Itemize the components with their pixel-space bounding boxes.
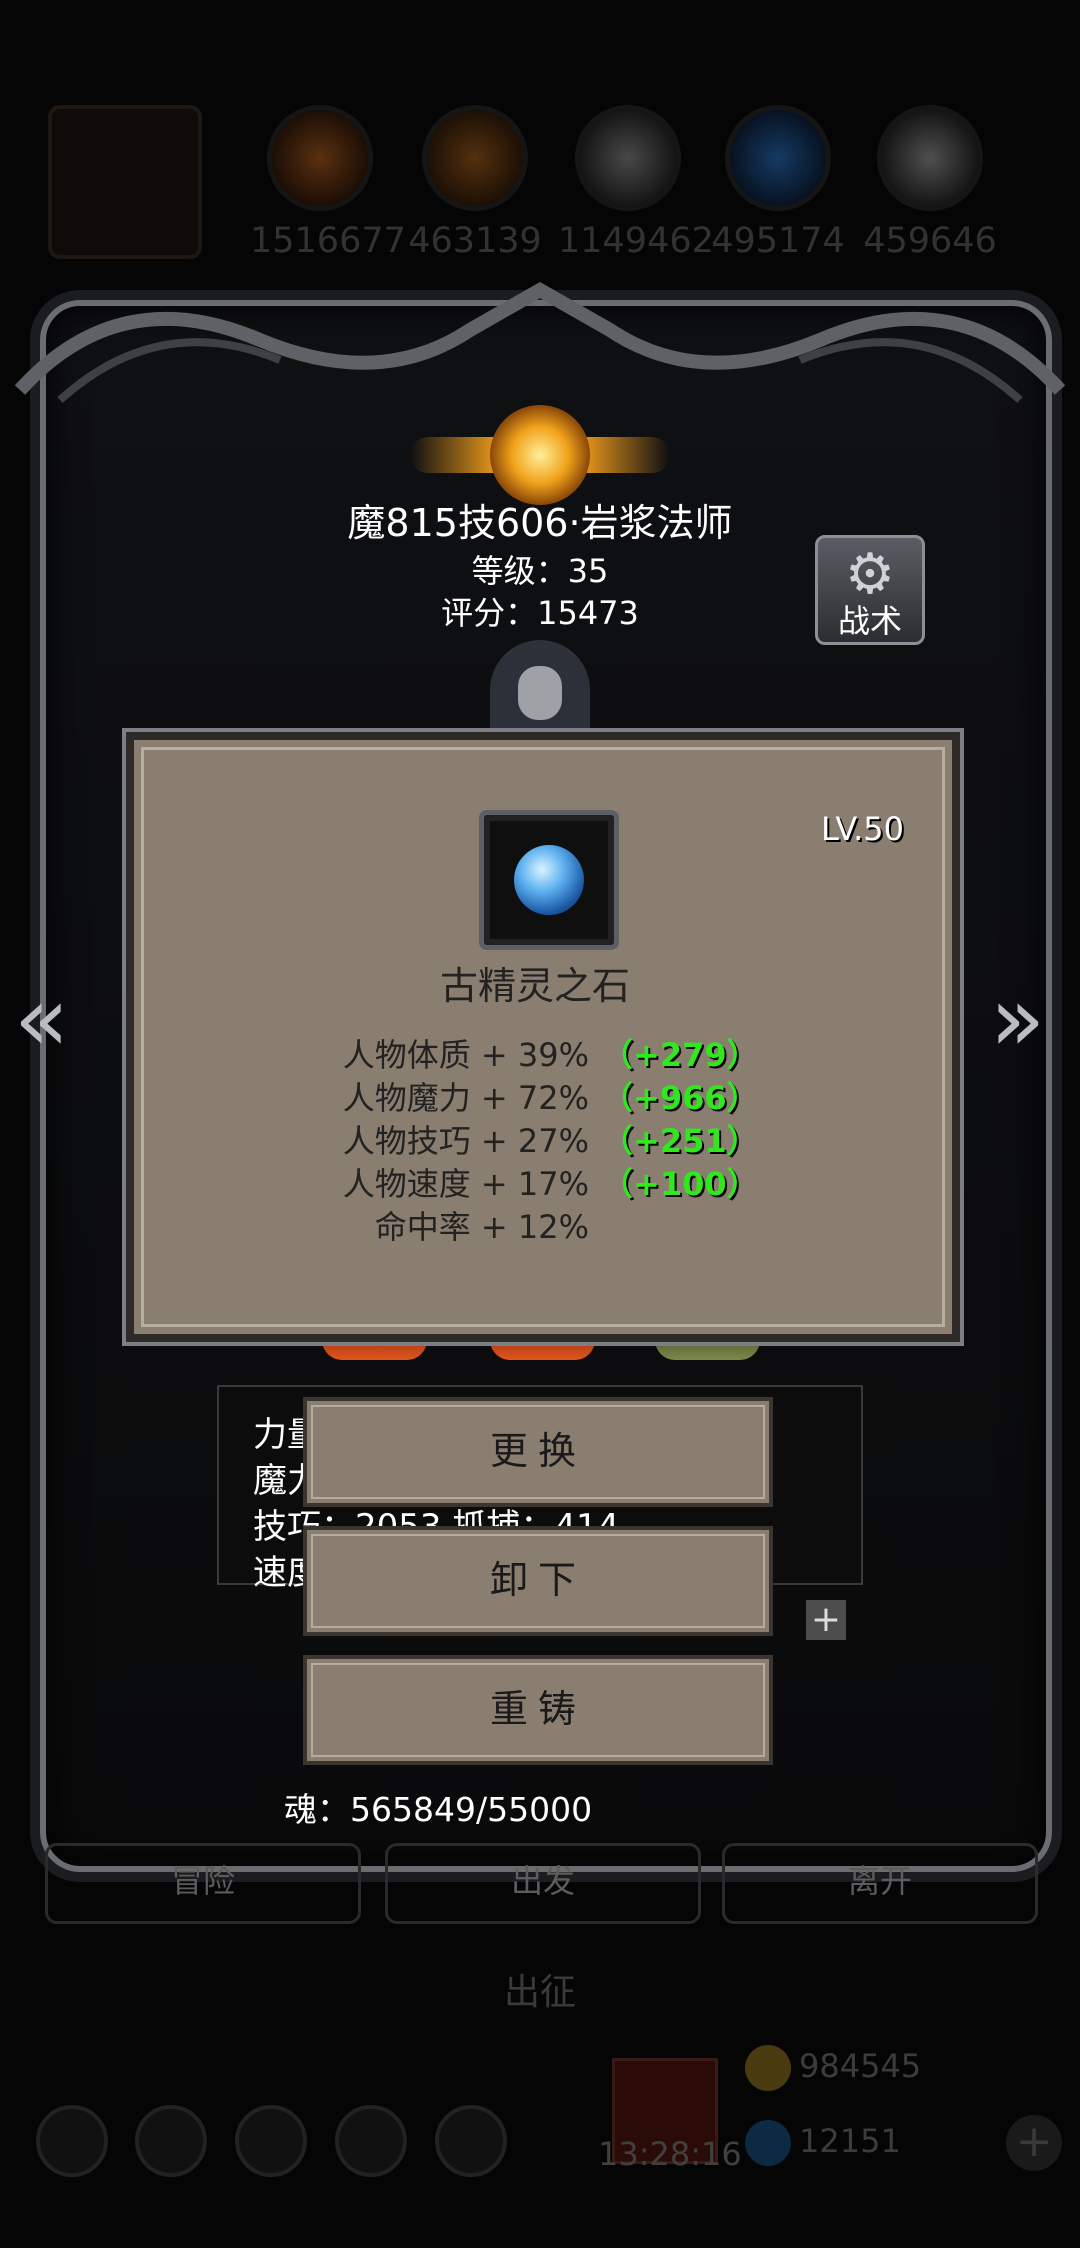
item-name: 古精灵之石: [439, 964, 630, 1008]
stone-icon: [575, 105, 681, 211]
item-detail-popup: LV.50 古精灵之石 人物体质 + 39% （+279） 人物魔力 + 72%…: [126, 732, 960, 1342]
hero-portrait[interactable]: [48, 105, 202, 259]
resource-wood: 463139: [405, 105, 545, 261]
tactics-label: 战术: [837, 602, 902, 640]
stat-bonus: （+279）: [601, 1036, 759, 1074]
add-currency-button[interactable]: +: [1006, 2115, 1062, 2171]
frame-ornament: [14, 281, 1066, 403]
gold-value: 984545: [799, 2047, 922, 2085]
stat-bonus: （+100）: [601, 1165, 759, 1203]
stat-row: 命中率 + 12%: [134, 1202, 936, 1246]
item-level: LV.50: [821, 810, 904, 848]
scroll-icon[interactable]: [335, 2105, 407, 2177]
resource-iron-value: 459646: [863, 221, 997, 261]
resource-ore: 1516677: [250, 105, 406, 261]
resource-iron: 459646: [860, 105, 1000, 261]
prev-hero-arrow-icon[interactable]: «: [14, 975, 69, 1065]
clock: 13:28:16: [598, 2135, 742, 2173]
soul-counter: 魂：565849/55000: [284, 1790, 593, 1829]
stat-row: 人物体质 + 39% （+279）: [134, 1030, 936, 1074]
stat-text: 人物魔力 + 72%: [342, 1079, 589, 1117]
stat-text: 人物体质 + 39%: [342, 1036, 589, 1074]
resource-bar: 1516677 463139 1149462 495174 459646: [0, 95, 1080, 265]
item-slot: [479, 810, 619, 950]
iron-icon: [877, 105, 983, 211]
gold-coin-icon: [745, 2045, 791, 2091]
resource-wood-value: 463139: [408, 221, 542, 261]
blue-gem-icon: [514, 845, 584, 915]
resource-crystal-value: 495174: [711, 221, 845, 261]
stat-row: 人物技巧 + 27% （+251）: [134, 1116, 936, 1160]
resource-crystal: 495174: [708, 105, 848, 261]
map-icon[interactable]: [435, 2105, 507, 2177]
stat-text: 人物速度 + 17%: [342, 1165, 589, 1203]
skull-icon[interactable]: [36, 2105, 108, 2177]
tab-adventure[interactable]: 冒险: [45, 1843, 361, 1924]
unequip-button[interactable]: 卸下: [303, 1526, 773, 1636]
stat-text: 人物技巧 + 27%: [342, 1122, 589, 1160]
gem-value: 12151: [799, 2122, 901, 2160]
resource-stone-value: 1149462: [558, 221, 714, 261]
item-stats: 人物体质 + 39% （+279） 人物魔力 + 72% （+966） 人物技巧…: [134, 1030, 936, 1246]
stat-row: 人物魔力 + 72% （+966）: [134, 1073, 936, 1117]
stat-row: 人物速度 + 17% （+100）: [134, 1159, 936, 1203]
gold-counter: 984545: [745, 2045, 921, 2091]
stat-bonus: （+251）: [601, 1122, 759, 1160]
gem-icon: [745, 2120, 791, 2166]
mask-icon[interactable]: [235, 2105, 307, 2177]
eye-icon[interactable]: [135, 2105, 207, 2177]
tab-depart[interactable]: 出发: [385, 1843, 701, 1924]
replace-button[interactable]: 更换: [303, 1397, 773, 1507]
hero-avatar: [490, 640, 590, 730]
stat-bonus: （+966）: [601, 1079, 759, 1117]
tab-leave[interactable]: 离开: [722, 1843, 1038, 1924]
expedition-title: 出征: [503, 1972, 576, 2013]
gem-counter: 12151: [745, 2120, 901, 2166]
add-exp-button[interactable]: +: [806, 1600, 846, 1640]
crystal-icon: [725, 105, 831, 211]
wood-icon: [422, 105, 528, 211]
resource-stone: 1149462: [558, 105, 714, 261]
next-hero-arrow-icon[interactable]: »: [990, 975, 1045, 1065]
hero-emblem-icon: [490, 405, 590, 505]
tactics-button[interactable]: ⚙ 战术: [815, 535, 925, 645]
ore-icon: [267, 105, 373, 211]
stat-bonus: [589, 1202, 741, 1245]
hero-face: [518, 666, 562, 720]
stat-text: 命中率 + 12%: [374, 1208, 589, 1246]
resource-ore-value: 1516677: [250, 221, 406, 261]
reforge-button[interactable]: 重铸: [303, 1655, 773, 1765]
